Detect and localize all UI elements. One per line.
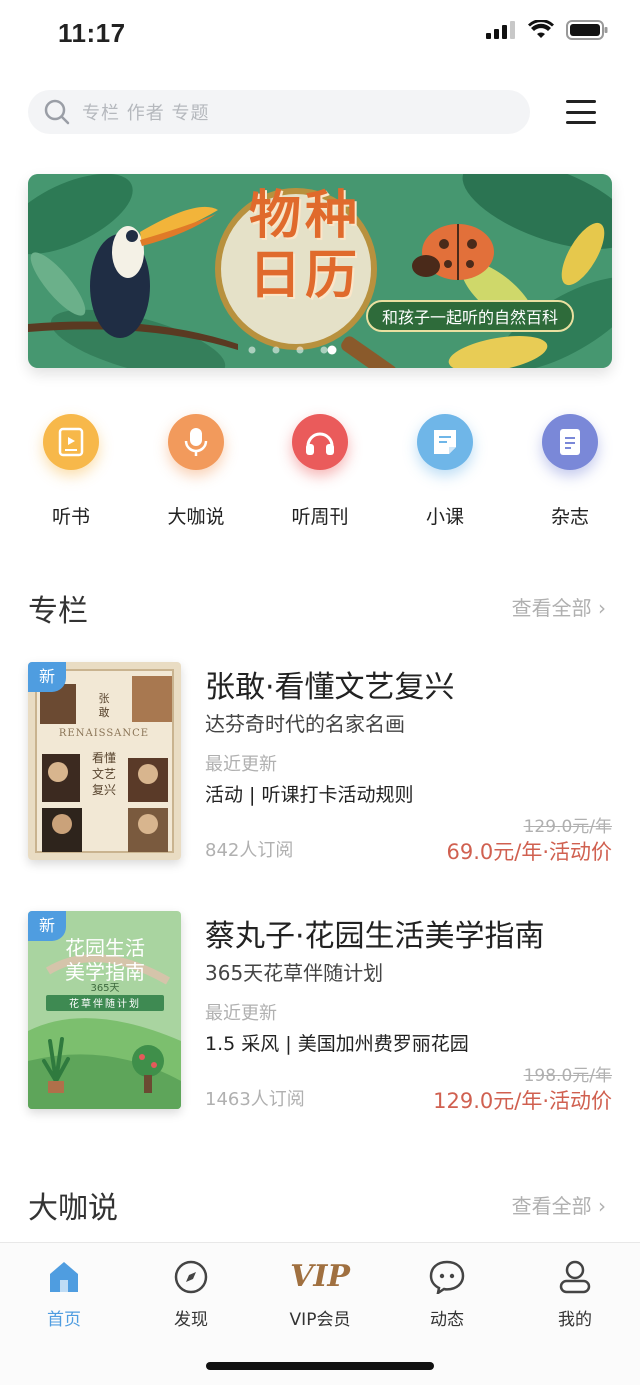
svg-text:RENAISSANCE: RENAISSANCE — [59, 728, 149, 739]
tab-label: VIP会员 — [289, 1310, 351, 1330]
quick-nav-label: 大咖说 — [167, 506, 225, 528]
quick-nav-label: 听书 — [51, 506, 90, 528]
column-title: 张敢·看懂文艺复兴 — [205, 670, 455, 705]
svg-text:看懂: 看懂 — [92, 751, 116, 765]
svg-text:花园生活: 花园生活 — [65, 936, 145, 960]
subscriber-count: 842人订阅 — [205, 840, 294, 861]
tab-label: 首页 — [47, 1310, 81, 1330]
subscriber-count: 1463人订阅 — [205, 1089, 305, 1110]
tab-label: 我的 — [558, 1310, 592, 1330]
quick-nav-item-talks[interactable]: 大咖说 — [146, 414, 246, 529]
quick-nav-item-weekly[interactable]: 听周刊 — [270, 414, 370, 529]
quick-nav-item-minicourse[interactable]: 小课 — [395, 414, 495, 529]
banner-subtitle: 和孩子一起听的自然百科 — [366, 300, 575, 332]
update-label: 最近更新 — [205, 1003, 277, 1024]
status-bar: 11:17 — [0, 0, 640, 70]
status-time: 11:17 — [58, 18, 126, 48]
new-badge: 新 — [28, 911, 66, 941]
search-input[interactable]: 专栏 作者 专题 — [28, 90, 530, 134]
magazine-icon — [542, 414, 598, 470]
tab-discover[interactable]: 发现 — [141, 1259, 241, 1330]
home-indicator — [206, 1362, 434, 1370]
menu-icon[interactable] — [566, 100, 596, 124]
search-icon — [44, 99, 70, 125]
column-title: 蔡丸子·花园生活美学指南 — [205, 919, 545, 954]
tab-vip[interactable]: VIP VIP会员 — [270, 1259, 370, 1330]
svg-text:365天: 365天 — [90, 983, 119, 994]
see-all-label: 查看全部 — [511, 1194, 592, 1218]
latest-update: 活动 | 听课打卡活动规则 — [205, 784, 414, 806]
vip-logo: VIP — [290, 1259, 350, 1294]
column-subtitle: 达芬奇时代的名家名画 — [205, 712, 405, 736]
column-subtitle: 365天花草伴随计划 — [205, 961, 384, 985]
svg-text:花草伴随计划: 花草伴随计划 — [69, 997, 141, 1010]
see-all-talks-link[interactable]: 查看全部 › — [512, 1190, 606, 1219]
svg-text:复兴: 复兴 — [92, 783, 116, 797]
latest-update: 1.5 采风 | 美国加州费罗丽花园 — [205, 1033, 469, 1055]
quick-nav-item-magazine[interactable]: 杂志 — [520, 414, 620, 529]
tab-feed[interactable]: 动态 — [397, 1259, 497, 1330]
section-title-talks: 大咖说 — [28, 1191, 118, 1226]
wifi-icon — [528, 20, 554, 38]
profile-icon — [525, 1259, 625, 1295]
quick-nav-label: 小课 — [425, 506, 464, 528]
update-label: 最近更新 — [205, 754, 277, 775]
column-card[interactable]: 花草伴随计划 365天 花园生活 美学指南 新 蔡丸子·花园生活美学指南 365… — [28, 911, 612, 1113]
new-badge: 新 — [28, 662, 66, 692]
chevron-right-icon: › — [591, 596, 606, 620]
chevron-right-icon: › — [591, 1194, 606, 1218]
svg-text:文艺: 文艺 — [92, 766, 116, 781]
column-cover: 花草伴随计划 365天 花园生活 美学指南 新 — [28, 911, 181, 1109]
quick-nav-label: 听周刊 — [291, 506, 349, 528]
book-icon — [43, 414, 99, 470]
column-cover: RENAISSANCE 看懂 文艺 复兴 张 敢 新 — [28, 662, 181, 860]
banner-title: 物种日历 — [248, 186, 361, 306]
promo-price: 69.0元/年·活动价 — [446, 840, 612, 864]
microphone-icon — [168, 414, 224, 470]
quick-nav: 听书 大咖说 听周刊 小课 杂志 — [0, 414, 640, 534]
compass-icon — [141, 1259, 241, 1295]
section-title-columns: 专栏 — [28, 594, 88, 629]
battery-icon — [566, 20, 608, 40]
vip-icon: VIP — [270, 1259, 370, 1295]
original-price: 129.0元/年 — [523, 817, 612, 837]
home-icon — [14, 1259, 114, 1295]
svg-text:美学指南: 美学指南 — [65, 960, 145, 984]
signal-icon — [486, 21, 515, 39]
svg-text:敢: 敢 — [99, 705, 110, 719]
notes-icon — [417, 414, 473, 470]
status-icons — [486, 20, 608, 40]
svg-text:张: 张 — [99, 692, 110, 705]
quick-nav-label: 杂志 — [550, 506, 589, 528]
tab-home[interactable]: 首页 — [14, 1259, 114, 1330]
see-all-label: 查看全部 — [511, 596, 592, 620]
tab-me[interactable]: 我的 — [525, 1259, 625, 1330]
promo-price: 129.0元/年·活动价 — [433, 1089, 612, 1113]
headphones-icon — [292, 414, 348, 470]
search-placeholder: 专栏 作者 专题 — [82, 103, 210, 124]
column-card[interactable]: RENAISSANCE 看懂 文艺 复兴 张 敢 新 张敢·看懂文艺复兴 达芬奇… — [28, 662, 612, 864]
tab-label: 动态 — [430, 1310, 464, 1330]
quick-nav-item-books[interactable]: 听书 — [21, 414, 121, 529]
chat-bubble-icon — [397, 1259, 497, 1295]
see-all-columns-link[interactable]: 查看全部 › — [512, 592, 606, 621]
tab-label: 发现 — [174, 1310, 208, 1330]
original-price: 198.0元/年 — [523, 1066, 612, 1086]
